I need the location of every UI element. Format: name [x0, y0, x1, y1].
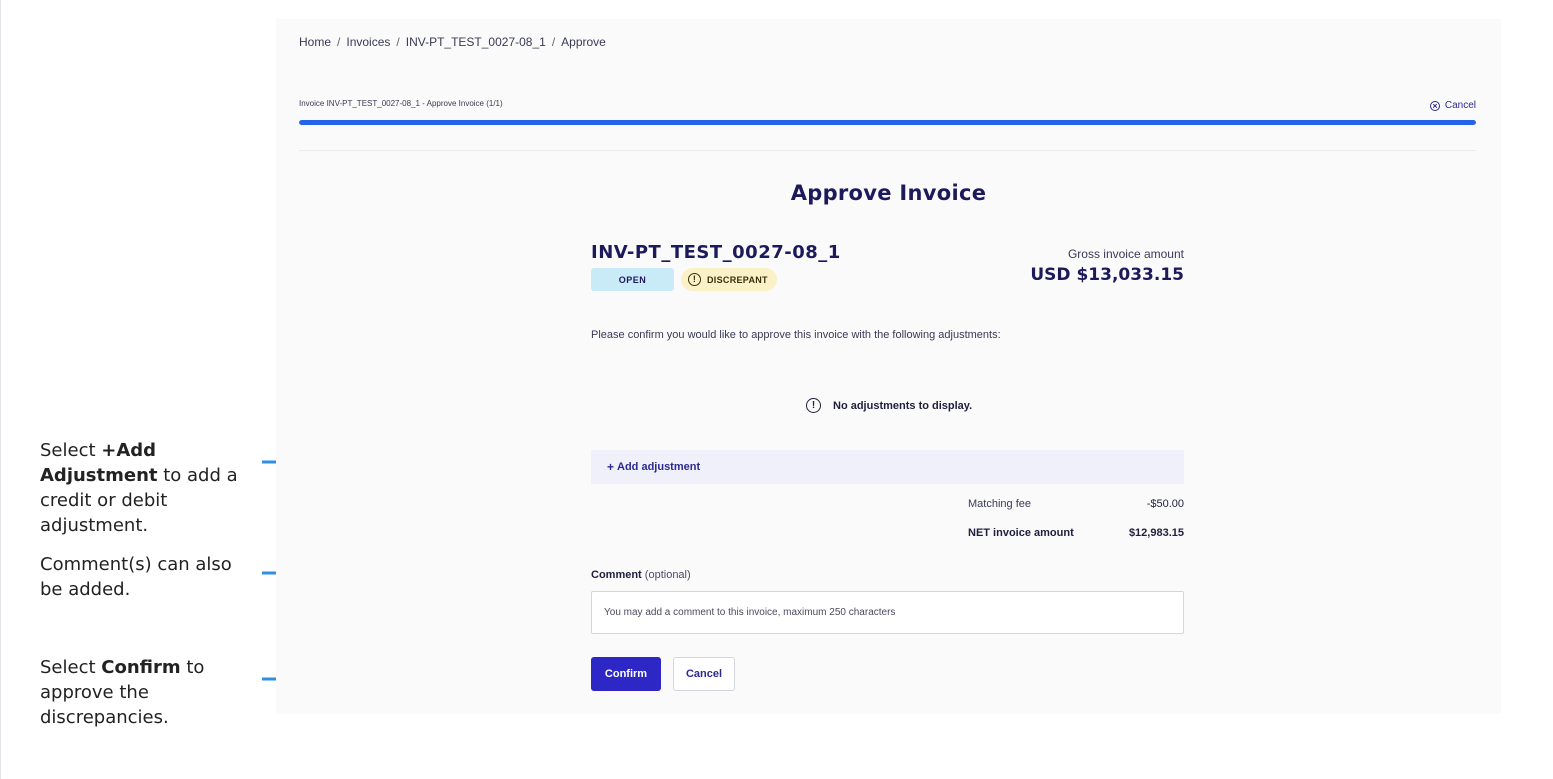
plus-icon: +: [607, 460, 615, 474]
breadcrumb-approve: Approve: [561, 35, 606, 49]
comment-optional-text: (optional): [644, 569, 691, 581]
cancel-button[interactable]: Cancel: [673, 657, 735, 691]
annotation-confirm: Select Confirm to approve the discrepanc…: [40, 655, 255, 730]
wizard-progress-fill: [299, 120, 1476, 125]
net-amount-value: $12,983.15: [1128, 527, 1184, 539]
breadcrumb: Home / Invoices / INV-PT_TEST_0027-08_1 / Appr…: [299, 35, 606, 49]
wizard-progress-bar: [299, 120, 1476, 125]
status-badge-discrepant: ! DISCREPANT: [681, 268, 777, 291]
breadcrumb-home[interactable]: Home: [299, 35, 331, 49]
exclamation-circle-icon: !: [688, 273, 701, 286]
wizard-cancel-label: Cancel: [1444, 100, 1476, 111]
breadcrumb-separator: /: [551, 35, 556, 49]
net-amount-label: NET invoice amount: [968, 527, 1074, 539]
wizard-cancel-button[interactable]: Cancel: [1429, 100, 1476, 111]
breadcrumb-invoice[interactable]: INV-PT_TEST_0027-08_1: [406, 35, 546, 49]
add-adjustment-label: Add adjustment: [617, 461, 701, 473]
annotation-comment: Comment(s) can also be added.: [40, 552, 255, 602]
discrepant-label: DISCREPANT: [707, 274, 768, 285]
page-title: Approve Invoice: [790, 181, 987, 205]
comment-label-text: Comment: [591, 569, 642, 581]
add-adjustment-button[interactable]: + Add adjustment: [591, 450, 1184, 484]
breadcrumb-separator: /: [396, 35, 400, 49]
breadcrumb-invoices[interactable]: Invoices: [346, 35, 390, 49]
confirm-instructions: Please confirm you would like to approve…: [591, 329, 1001, 341]
matching-fee-row: Matching fee -$50.00: [968, 498, 1184, 510]
net-amount-row: NET invoice amount $12,983.15: [968, 527, 1184, 539]
info-circle-icon: !: [806, 398, 821, 413]
comment-label: Comment (optional): [591, 569, 691, 581]
annotation-bold: Confirm: [101, 657, 181, 678]
gross-amount-label: Gross invoice amount: [1067, 247, 1184, 261]
comment-input[interactable]: [591, 591, 1184, 634]
annotation-text: Comment(s) can also be added.: [40, 554, 232, 600]
matching-fee-label: Matching fee: [968, 498, 1031, 510]
empty-adjustments-text: No adjustments to display.: [833, 399, 973, 412]
matching-fee-value: -$50.00: [1146, 498, 1184, 510]
wizard-step-label: Invoice INV-PT_TEST_0027-08_1 - Approve …: [299, 99, 503, 108]
annotation-text: Select: [40, 440, 102, 461]
confirm-button[interactable]: Confirm: [591, 657, 661, 691]
annotation-add-adjustment: Select +Add Adjustment to add a credit o…: [40, 438, 255, 538]
annotation-text: Select: [40, 657, 102, 678]
breadcrumb-separator: /: [337, 35, 341, 49]
status-badge-open: OPEN: [591, 268, 674, 291]
invoice-id: INV-PT_TEST_0027-08_1: [591, 242, 841, 263]
app-frame: Home / Invoices / INV-PT_TEST_0027-08_1 / Appr…: [276, 19, 1501, 714]
close-circle-icon: [1429, 100, 1440, 111]
gross-amount-value: USD $13,033.15: [1030, 265, 1184, 285]
header-divider: [299, 150, 1476, 151]
empty-adjustments-message: ! No adjustments to display.: [806, 398, 972, 413]
